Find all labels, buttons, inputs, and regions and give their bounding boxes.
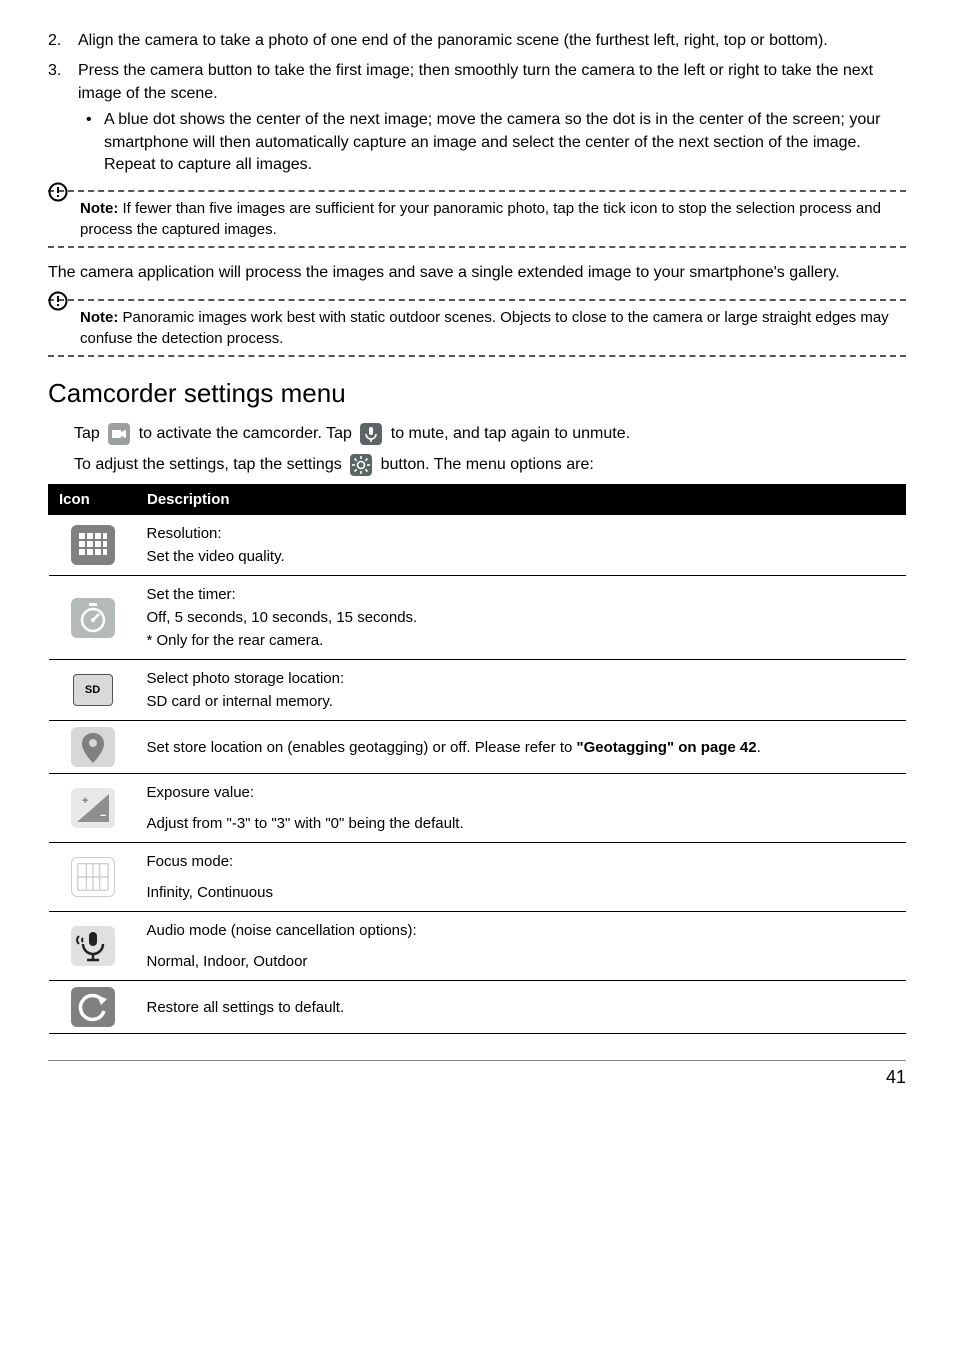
step-number: 2.: [48, 30, 61, 52]
table-row: SD Select photo storage location: SD car…: [49, 660, 906, 721]
text-post: to mute, and tap again to unmute.: [391, 425, 630, 442]
table-row: Focus mode: Infinity, Continuous: [49, 843, 906, 912]
row-line1: Select photo storage location:: [147, 668, 896, 689]
row-line3: * Only for the rear camera.: [147, 630, 896, 651]
table-row: Restore all settings to default.: [49, 981, 906, 1034]
table-header-desc: Description: [137, 485, 906, 515]
svg-text:+: +: [82, 795, 88, 807]
alert-icon: [48, 182, 68, 202]
row-text: Set store location on (enables geotaggin…: [147, 737, 896, 758]
settings-table: Icon Description Resolution: Set the vid…: [48, 484, 906, 1034]
table-row: Set store location on (enables geotaggin…: [49, 721, 906, 774]
table-row: Resolution: Set the video quality.: [49, 515, 906, 576]
row-line2: SD card or internal memory.: [147, 691, 896, 712]
settings-icon: [350, 454, 372, 476]
resolution-icon: [71, 525, 115, 565]
restore-icon: [71, 987, 115, 1027]
note-block-2: Note: Panoramic images work best with st…: [48, 299, 906, 357]
step-text: Align the camera to take a photo of one …: [78, 32, 828, 49]
focus-grid-icon: [71, 857, 115, 897]
row-line2: Infinity, Continuous: [147, 882, 896, 903]
step-number: 3.: [48, 60, 61, 82]
sd-card-icon: SD: [73, 674, 113, 706]
table-row: Audio mode (noise cancellation options):…: [49, 912, 906, 981]
text-mid: to activate the camcorder. Tap: [139, 425, 357, 442]
bullet-item: A blue dot shows the center of the next …: [78, 109, 906, 176]
row-line1: Audio mode (noise cancellation options):: [147, 920, 896, 941]
step-3: 3. Press the camera button to take the f…: [48, 60, 906, 176]
table-row: +− Exposure value: Adjust from "-3" to "…: [49, 774, 906, 843]
row-line1: Exposure value:: [147, 782, 896, 803]
timer-icon: [71, 598, 115, 638]
row-line2: Set the video quality.: [147, 546, 896, 567]
text-pre: To adjust the settings, tap the settings: [74, 456, 346, 473]
page-number: 41: [48, 1060, 906, 1090]
body-paragraph: The camera application will process the …: [48, 262, 906, 284]
step-2: 2. Align the camera to take a photo of o…: [48, 30, 906, 52]
row-line1: Set the timer:: [147, 584, 896, 605]
microphone-icon: [360, 423, 382, 445]
table-header-icon: Icon: [49, 485, 137, 515]
numbered-steps: 2. Align the camera to take a photo of o…: [48, 30, 906, 176]
row-line2: Normal, Indoor, Outdoor: [147, 951, 896, 972]
camcorder-icon: [108, 423, 130, 445]
inline-instruction-2: To adjust the settings, tap the settings…: [74, 454, 906, 477]
audio-mic-icon: [71, 926, 115, 966]
alert-icon: [48, 291, 68, 311]
sub-bullets: A blue dot shows the center of the next …: [78, 109, 906, 176]
note-text: If fewer than five images are sufficient…: [80, 200, 881, 238]
exposure-icon: +−: [71, 788, 115, 828]
text-post: button. The menu options are:: [381, 456, 594, 473]
section-heading: Camcorder settings menu: [48, 375, 906, 411]
text-pre: Tap: [74, 425, 104, 442]
row-line2: Adjust from "-3" to "3" with "0" being t…: [147, 813, 896, 834]
step-text: Press the camera button to take the firs…: [78, 62, 873, 101]
table-row: Set the timer: Off, 5 seconds, 10 second…: [49, 576, 906, 660]
note-label: Note:: [80, 200, 118, 217]
row-line1: Resolution:: [147, 523, 896, 544]
row-line1: Focus mode:: [147, 851, 896, 872]
svg-text:−: −: [100, 810, 106, 822]
note-block-1: Note: If fewer than five images are suff…: [48, 190, 906, 248]
row-line2: Off, 5 seconds, 10 seconds, 15 seconds.: [147, 607, 896, 628]
inline-instruction-1: Tap to activate the camcorder. Tap to mu…: [74, 423, 906, 446]
location-pin-icon: [71, 727, 115, 767]
row-line1: Restore all settings to default.: [147, 997, 896, 1018]
note-label: Note:: [80, 309, 118, 326]
note-text: Panoramic images work best with static o…: [80, 309, 889, 347]
